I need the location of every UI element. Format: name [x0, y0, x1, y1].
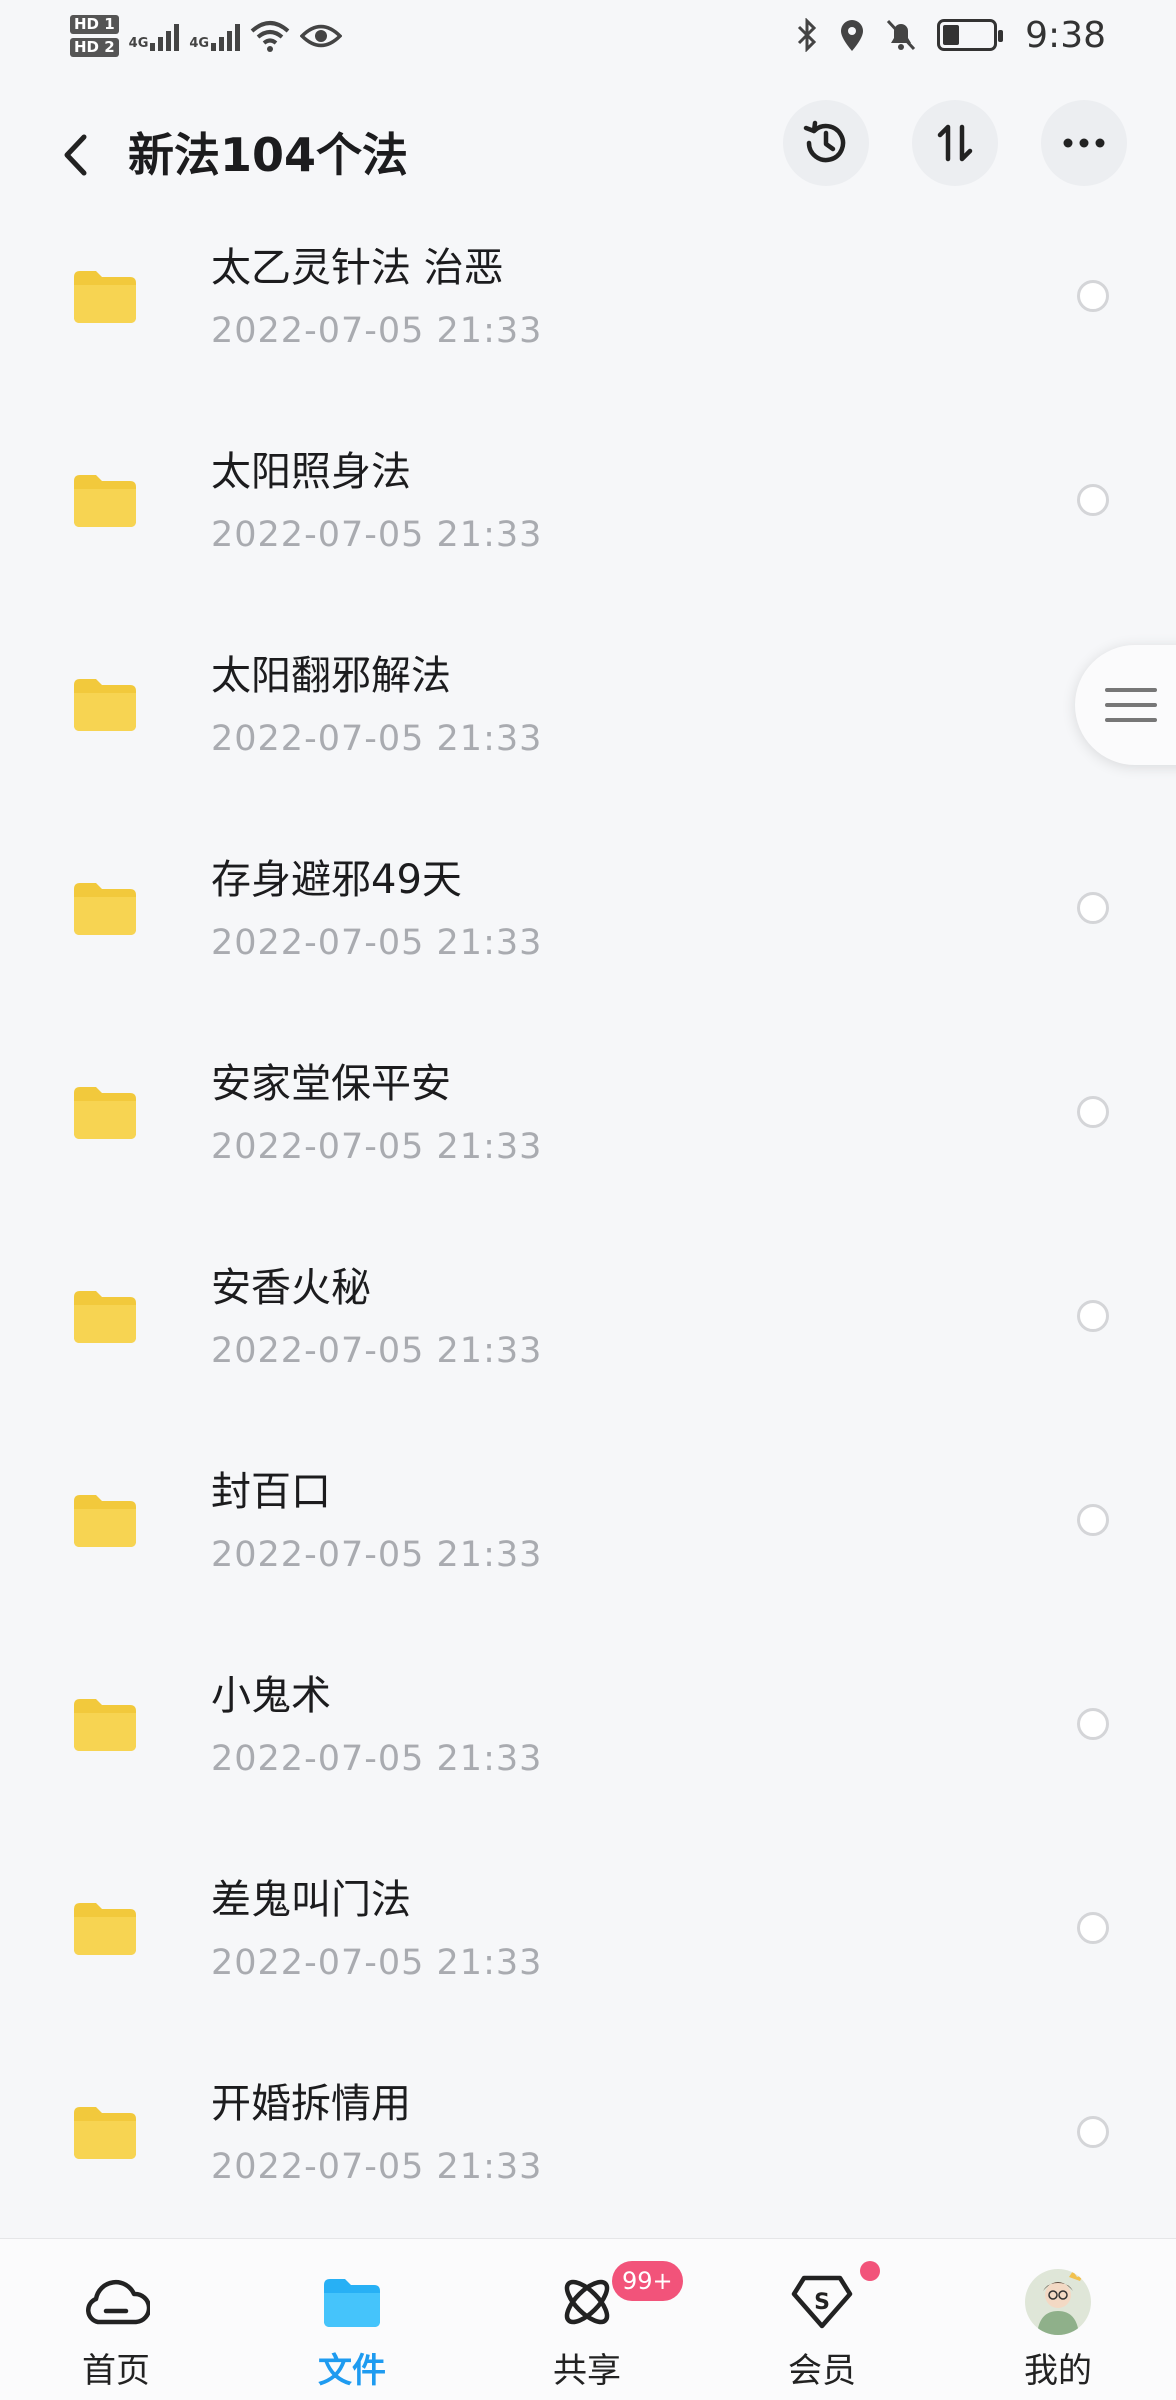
signal-1: 4G — [129, 21, 180, 51]
back-button[interactable] — [50, 128, 100, 182]
avatar — [1022, 2269, 1094, 2335]
page-title: 新法104个法 — [128, 128, 409, 182]
vip-notification-dot — [860, 2261, 880, 2281]
nav-vip[interactable]: S 会员 — [742, 2239, 902, 2400]
file-date: 2022-07-05 21:33 — [211, 311, 543, 351]
eye-icon — [300, 24, 343, 48]
file-date: 2022-07-05 21:33 — [211, 1331, 543, 1371]
folder-icon — [74, 1087, 136, 1139]
more-dots-icon — [1063, 138, 1105, 148]
wifi-icon — [250, 21, 290, 52]
battery-icon — [937, 19, 1004, 51]
file-date: 2022-07-05 21:33 — [211, 515, 543, 555]
menu-lines-icon — [1105, 688, 1157, 722]
status-bar: HD 1 HD 2 4G 4G 9:38 — [0, 0, 1176, 70]
select-radio[interactable] — [1077, 1504, 1109, 1536]
nav-files-label: 文件 — [318, 2351, 386, 2391]
select-radio[interactable] — [1077, 280, 1109, 312]
sort-arrows-icon — [937, 124, 973, 162]
nav-share-label: 共享 — [553, 2351, 621, 2391]
network-type-1: 4G — [128, 36, 149, 51]
clock: 9:38 — [1025, 14, 1106, 56]
signal-bars-icon — [150, 21, 180, 51]
select-radio[interactable] — [1077, 1708, 1109, 1740]
file-row[interactable]: 太阳翻邪解法 2022-07-05 21:33 — [0, 633, 1176, 837]
signal-bars-icon — [211, 21, 241, 51]
file-name: 太乙灵针法 治恶 — [211, 245, 504, 291]
file-date: 2022-07-05 21:33 — [211, 1739, 543, 1779]
file-date: 2022-07-05 21:33 — [211, 719, 543, 759]
folder-icon — [74, 679, 136, 731]
file-date: 2022-07-05 21:33 — [211, 1535, 543, 1575]
bottom-nav: 首页 文件 共享 S 会员 我的 99+ — [0, 2238, 1176, 2400]
select-radio[interactable] — [1077, 484, 1109, 516]
file-row[interactable]: 太乙灵针法 治恶 2022-07-05 21:33 — [0, 225, 1176, 429]
nav-vip-label: 会员 — [788, 2351, 856, 2391]
folder-icon — [74, 271, 136, 323]
nav-profile[interactable]: 我的 — [978, 2239, 1138, 2400]
file-row[interactable]: 封百口 2022-07-05 21:33 — [0, 1449, 1176, 1653]
file-row[interactable]: 存身避邪49天 2022-07-05 21:33 — [0, 837, 1176, 1041]
file-name: 封百口 — [211, 1469, 331, 1515]
svg-text:S: S — [814, 2290, 830, 2315]
file-date: 2022-07-05 21:33 — [211, 1127, 543, 1167]
folder-icon — [74, 1903, 136, 1955]
network-type-2: 4G — [189, 36, 210, 51]
top-bar: 新法104个法 — [0, 100, 1176, 210]
mute-bell-icon — [887, 19, 916, 51]
file-name: 安家堂保平安 — [211, 1061, 451, 1107]
folder-icon — [74, 1291, 136, 1343]
file-date: 2022-07-05 21:33 — [211, 923, 543, 963]
status-right: 9:38 — [795, 12, 1106, 58]
nav-home-label: 首页 — [82, 2351, 150, 2391]
history-button[interactable] — [783, 100, 869, 186]
hd-indicators: HD 1 HD 2 — [70, 15, 119, 57]
file-row[interactable]: 安香火秘 2022-07-05 21:33 — [0, 1245, 1176, 1449]
more-options-button[interactable] — [1041, 100, 1127, 186]
file-name: 太阳翻邪解法 — [211, 653, 451, 699]
cloud-icon — [80, 2269, 152, 2335]
file-date: 2022-07-05 21:33 — [211, 2147, 543, 2187]
select-radio[interactable] — [1077, 1912, 1109, 1944]
location-icon — [841, 20, 864, 51]
folder-icon — [74, 475, 136, 527]
file-date: 2022-07-05 21:33 — [211, 1943, 543, 1983]
file-row[interactable]: 小鬼术 2022-07-05 21:33 — [0, 1653, 1176, 1857]
folder-icon — [74, 883, 136, 935]
status-left: HD 1 HD 2 4G 4G — [70, 6, 343, 66]
history-icon — [803, 120, 846, 163]
select-radio[interactable] — [1077, 1300, 1109, 1332]
file-name: 小鬼术 — [211, 1673, 331, 1719]
nav-home[interactable]: 首页 — [36, 2239, 196, 2400]
file-row[interactable]: 安家堂保平安 2022-07-05 21:33 — [0, 1041, 1176, 1245]
folder-icon — [74, 1699, 136, 1751]
hd2-indicator: HD 2 — [70, 38, 119, 57]
vip-diamond-icon: S — [786, 2269, 858, 2335]
sort-button[interactable] — [912, 100, 998, 186]
file-name: 开婚拆情用 — [211, 2081, 411, 2127]
select-radio[interactable] — [1077, 2116, 1109, 2148]
nav-files[interactable]: 文件 — [272, 2239, 432, 2400]
chevron-left-icon — [64, 134, 87, 176]
file-name: 存身避邪49天 — [211, 857, 462, 903]
signal-2: 4G — [189, 21, 241, 51]
nav-profile-label: 我的 — [1024, 2351, 1092, 2391]
file-row[interactable]: 开婚拆情用 2022-07-05 21:33 — [0, 2061, 1176, 2265]
file-row[interactable]: 太阳照身法 2022-07-05 21:33 — [0, 429, 1176, 633]
share-notification-badge: 99+ — [612, 2261, 683, 2301]
file-row[interactable]: 差鬼叫门法 2022-07-05 21:33 — [0, 1857, 1176, 2061]
file-name: 太阳照身法 — [211, 449, 411, 495]
folder-icon — [74, 2107, 136, 2159]
folder-icon — [316, 2269, 388, 2335]
file-name: 差鬼叫门法 — [211, 1877, 411, 1923]
bluetooth-icon — [798, 18, 817, 52]
select-radio[interactable] — [1077, 892, 1109, 924]
hd1-indicator: HD 1 — [70, 15, 119, 34]
file-name: 安香火秘 — [211, 1265, 371, 1311]
folder-icon — [74, 1495, 136, 1547]
select-radio[interactable] — [1077, 1096, 1109, 1128]
